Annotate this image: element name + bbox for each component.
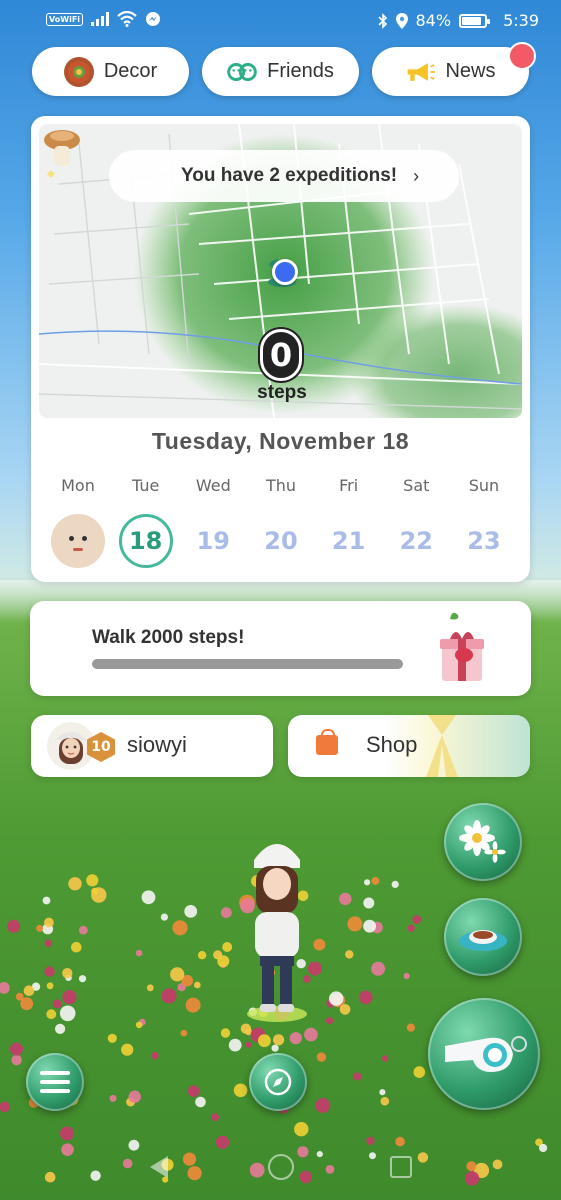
day-name: Sat xyxy=(403,476,430,495)
day-name: Mon xyxy=(61,476,95,495)
date-title: Tuesday, November 18 xyxy=(151,428,410,454)
friends-icon xyxy=(227,57,257,87)
calendar-day-wed[interactable]: Wed 19 xyxy=(181,476,245,568)
shop-button[interactable]: Shop xyxy=(288,715,530,777)
shop-label: Shop xyxy=(366,732,418,757)
news-notification-badge xyxy=(508,42,536,70)
whistle-button[interactable] xyxy=(428,998,540,1110)
location-icon xyxy=(395,12,408,29)
day-date: 22 xyxy=(399,527,433,555)
messenger-icon xyxy=(146,12,161,26)
decor-wreath-icon xyxy=(63,56,94,87)
calendar-day-fri[interactable]: Fri 21 xyxy=(317,476,381,568)
day-name: Fri xyxy=(339,476,359,495)
calendar-day-mon[interactable]: Mon xyxy=(46,476,110,568)
wifi-icon xyxy=(117,11,137,27)
shopping-bag-icon xyxy=(316,729,338,755)
signal-icon xyxy=(91,12,110,26)
ribbon-decoration xyxy=(426,715,458,777)
bluetooth-icon xyxy=(377,12,387,29)
friends-button[interactable]: Friends xyxy=(202,47,359,96)
flower-icon xyxy=(459,820,506,863)
calendar-day-sun[interactable]: Sun 23 xyxy=(452,476,516,568)
clock: 5:39 xyxy=(503,11,539,30)
day-name: Sun xyxy=(468,476,500,495)
expeditions-banner[interactable]: You have 2 expeditions! › xyxy=(109,150,459,202)
day-date: 19 xyxy=(196,527,231,555)
vowifi-indicator: VoWiFi xyxy=(46,12,84,26)
gift-box-icon xyxy=(440,612,484,681)
step-count: 0 xyxy=(260,329,302,381)
whistle-icon xyxy=(445,1036,527,1072)
day-name: Wed xyxy=(195,476,231,495)
day-date: 20 xyxy=(264,527,298,555)
week-calendar: Mon Tue 18 Wed 19 Thu 20 Fri 21 Sat 22 Sun 23 xyxy=(46,476,516,568)
steps-map-card: You have 2 expeditions! › 0 steps Tuesda… xyxy=(31,116,530,582)
steps-label: steps xyxy=(257,382,307,403)
calendar-day-thu[interactable]: Thu 20 xyxy=(249,476,313,568)
flower-planting-button[interactable] xyxy=(444,803,522,881)
megaphone-icon xyxy=(405,57,436,87)
friends-label: Friends xyxy=(267,60,334,82)
mood-face-icon xyxy=(51,514,105,568)
decor-label: Decor xyxy=(103,60,158,82)
day-date: 21 xyxy=(331,527,366,555)
day-date-today: 18 xyxy=(118,514,173,568)
day-name: Tue xyxy=(131,476,160,495)
hamburger-menu-icon xyxy=(40,1071,70,1093)
player-profile-button[interactable]: 10 siowyi xyxy=(31,715,273,777)
level-value: 10 xyxy=(91,739,111,755)
main-menu-button[interactable] xyxy=(26,1053,84,1111)
decor-button[interactable]: Decor xyxy=(32,47,189,96)
player-name: siowyi xyxy=(127,732,187,757)
news-label: News xyxy=(445,60,496,82)
chevron-right-icon: › xyxy=(413,165,420,186)
walk-goal-progress-bar xyxy=(92,659,403,669)
calendar-day-sat[interactable]: Sat 22 xyxy=(384,476,448,568)
tea-cup-icon xyxy=(459,930,507,951)
walk-goal-card[interactable]: Walk 2000 steps! xyxy=(30,601,531,696)
system-recents-button[interactable] xyxy=(390,1156,412,1178)
current-location-pin xyxy=(272,259,298,285)
calendar-day-tue[interactable]: Tue 18 xyxy=(114,476,178,568)
walk-goal-title: Walk 2000 steps! xyxy=(92,627,245,648)
battery-icon xyxy=(459,13,491,28)
expedition-mushroom-icon xyxy=(44,130,80,178)
status-bar: VoWiFi 84% 5:39 xyxy=(0,0,561,42)
expeditions-text: You have 2 expeditions! xyxy=(181,165,398,186)
player-character xyxy=(247,844,307,1022)
tea-button[interactable] xyxy=(444,898,522,976)
news-button[interactable]: News xyxy=(372,47,529,96)
system-home-button[interactable] xyxy=(268,1154,294,1180)
step-map[interactable]: You have 2 expeditions! › 0 steps xyxy=(39,124,522,418)
day-name: Thu xyxy=(265,476,296,495)
day-date: 23 xyxy=(467,527,501,555)
system-back-button[interactable] xyxy=(150,1156,168,1178)
battery-percent: 84% xyxy=(415,11,452,30)
compass-icon xyxy=(264,1068,292,1096)
compass-button[interactable] xyxy=(249,1053,307,1111)
